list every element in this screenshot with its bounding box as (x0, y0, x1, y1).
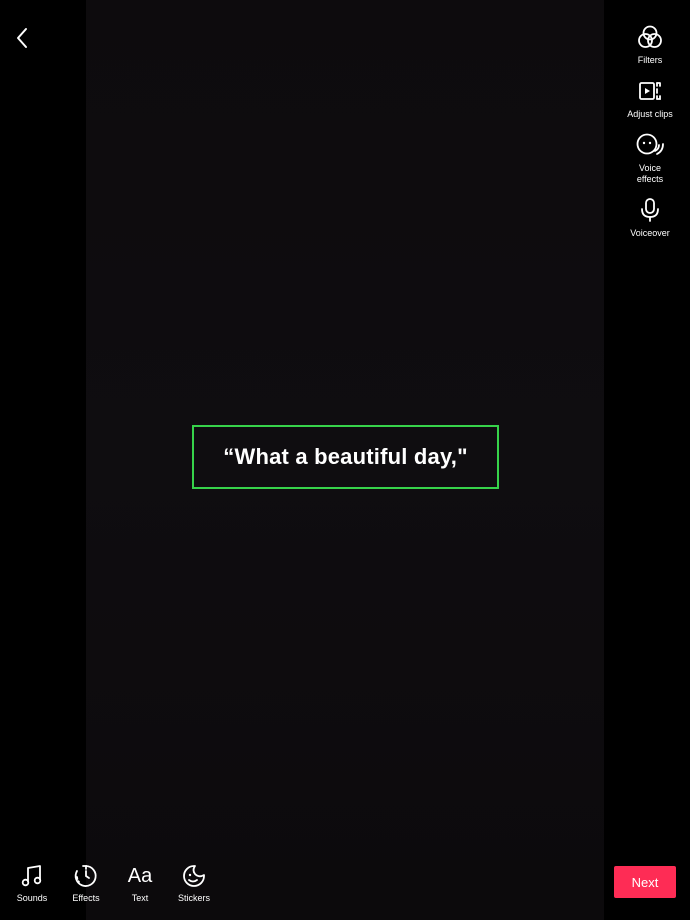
microphone-icon (635, 195, 665, 225)
text-aa-glyph: Aa (127, 864, 153, 887)
voice-effects-button[interactable]: Voice effects (610, 130, 690, 185)
music-note-icon (17, 861, 47, 891)
voice-effects-label: Voice effects (636, 163, 664, 184)
right-toolbar: Filters Adjust clips Voice effects Voice… (610, 22, 690, 239)
sounds-button[interactable]: Sounds (8, 861, 56, 904)
text-overlay-box[interactable]: “What a beautiful day," (192, 425, 499, 489)
text-label: Text (131, 893, 149, 903)
next-button[interactable]: Next (614, 866, 676, 898)
voiceover-button[interactable]: Voiceover (610, 195, 690, 239)
filters-label: Filters (637, 55, 663, 65)
back-button[interactable] (8, 22, 36, 54)
voice-effects-icon (635, 130, 665, 160)
text-button[interactable]: Aa Text (116, 861, 164, 904)
adjust-clips-label: Adjust clips (627, 109, 673, 119)
filters-button[interactable]: Filters (610, 22, 690, 66)
effects-label: Effects (72, 893, 100, 903)
effects-button[interactable]: Effects (62, 861, 110, 904)
stickers-button[interactable]: Stickers (170, 861, 218, 904)
text-aa-icon: Aa (125, 861, 155, 891)
voiceover-label: Voiceover (630, 228, 670, 238)
effects-timer-icon (71, 861, 101, 891)
stickers-label: Stickers (177, 893, 210, 903)
adjust-clips-button[interactable]: Adjust clips (610, 76, 690, 120)
sticker-icon (179, 861, 209, 891)
adjust-clips-icon (635, 76, 665, 106)
chevron-left-icon (17, 28, 27, 48)
filters-icon (635, 22, 665, 52)
text-overlay[interactable]: “What a beautiful day," (223, 444, 467, 470)
bottom-toolbar: Sounds Effects Aa Text Stickers (8, 861, 218, 904)
sounds-label: Sounds (16, 893, 48, 903)
